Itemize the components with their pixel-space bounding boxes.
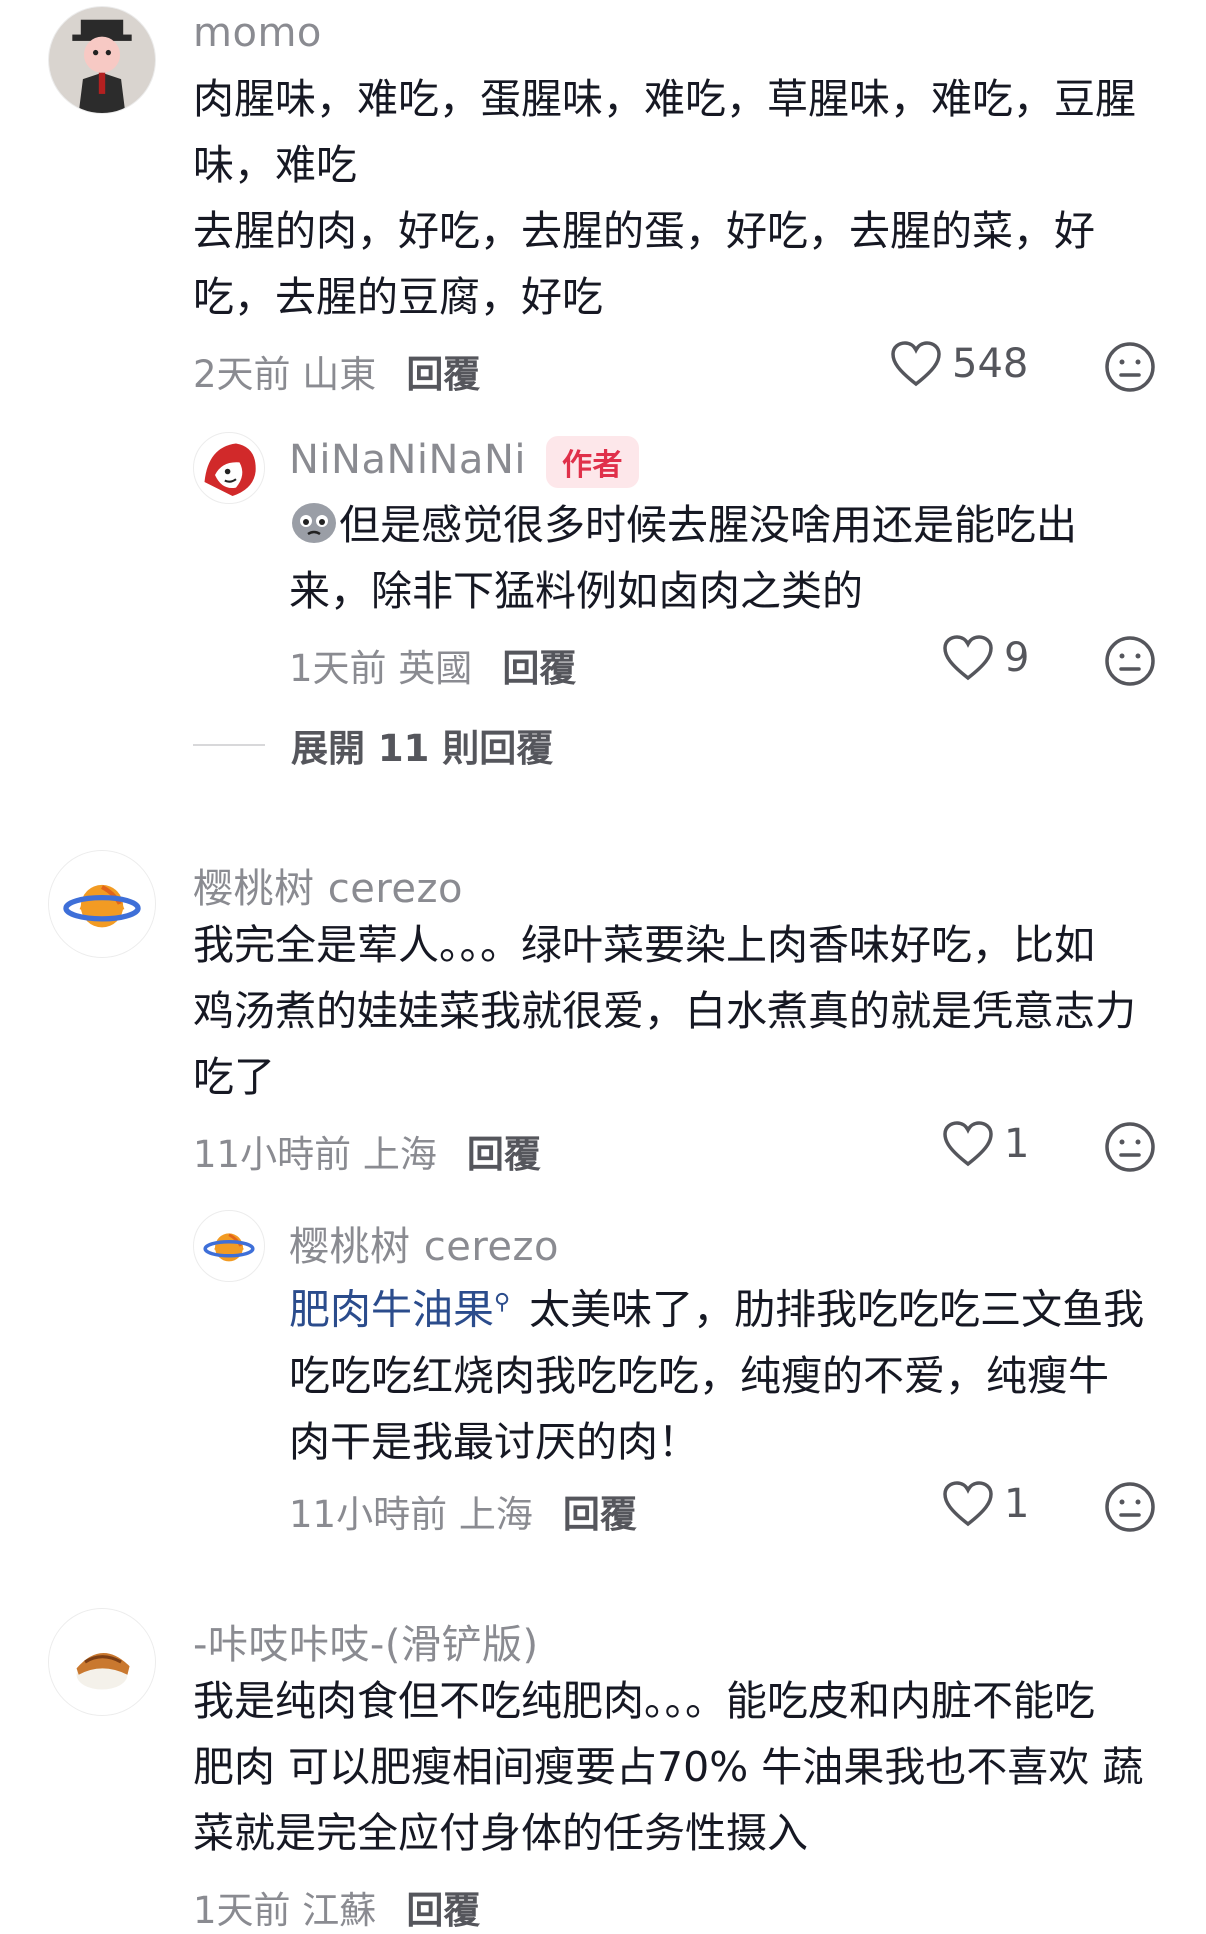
- reply-button[interactable]: 回覆: [406, 353, 480, 396]
- username: NiNaNiNaNi 作者: [289, 436, 639, 488]
- meh-face-icon[interactable]: [1103, 340, 1157, 394]
- comment-meta: 11小時前 上海 回覆: [289, 1484, 637, 1538]
- meh-face-icon[interactable]: [1103, 634, 1157, 688]
- avatar[interactable]: [48, 6, 156, 114]
- like-count: 1: [1004, 1481, 1030, 1527]
- username[interactable]: momo: [193, 10, 322, 56]
- reply-button[interactable]: 回覆: [563, 1493, 637, 1536]
- like-button[interactable]: 1: [942, 1120, 1029, 1168]
- username[interactable]: 樱桃树 cerezo: [289, 1214, 559, 1272]
- heart-outline-icon: [943, 1121, 993, 1167]
- heart-outline-icon: [943, 635, 993, 681]
- avatar[interactable]: [193, 1210, 265, 1282]
- comment-time-location: 11小時前 上海: [193, 1133, 437, 1176]
- like-button[interactable]: 548: [890, 340, 1028, 388]
- avatar[interactable]: [193, 432, 265, 504]
- expand-replies-label: 展開 11 則回覆: [291, 727, 554, 770]
- mention-link[interactable]: 肥肉牛油果: [289, 1286, 494, 1334]
- comment-text: 肥肉牛油果⚲ 太美味了，肋排我吃吃吃三文鱼我 吃吃吃红烧肉我吃吃吃，纯瘦的不爱，…: [289, 1285, 1145, 1466]
- comment-time-location: 2天前 山東: [193, 353, 377, 396]
- comment-meta: 11小時前 上海 回覆: [193, 1124, 541, 1178]
- heart-outline-icon: [891, 341, 941, 387]
- comment-time-location: 11小時前 上海: [289, 1493, 533, 1536]
- reply-button[interactable]: 回覆: [406, 1889, 480, 1932]
- meh-face-icon[interactable]: [1103, 1480, 1157, 1534]
- like-count: 9: [1004, 635, 1030, 681]
- search-icon: ⚲: [494, 1290, 511, 1315]
- comment-time-location: 1天前 英國: [289, 647, 473, 690]
- like-count: 1: [1004, 1121, 1030, 1167]
- author-badge: 作者: [545, 436, 639, 488]
- comment-text: 肉腥味，难吃，蛋腥味，难吃，草腥味，难吃，豆腥 味，难吃 去腥的肉，好吃，去腥的…: [193, 75, 1136, 321]
- comment-meta: 1天前 江蘇 回覆: [193, 1880, 480, 1934]
- reply-button[interactable]: 回覆: [467, 1133, 541, 1176]
- comment-meta: 1天前 英國 回覆: [289, 638, 576, 692]
- username[interactable]: 樱桃树 cerezo: [193, 856, 463, 914]
- username[interactable]: -咔吱咔吱-(滑铲版): [193, 1612, 539, 1670]
- comment-text: 我完全是荤人。。。绿叶菜要染上肉香味好吃，比如 鸡汤煮的娃娃菜我就很爱，白水煮真…: [193, 921, 1136, 1101]
- heart-outline-icon: [943, 1481, 993, 1527]
- like-count: 548: [952, 341, 1029, 387]
- meh-face-icon[interactable]: [1103, 1120, 1157, 1174]
- avatar[interactable]: [48, 850, 156, 958]
- like-button[interactable]: 9: [942, 634, 1029, 682]
- reply-button[interactable]: 回覆: [502, 647, 576, 690]
- expand-replies-button[interactable]: 展開 11 則回覆: [193, 718, 553, 772]
- comment-text: 我是纯肉食但不吃纯肥肉。。。能吃皮和内脏不能吃 肥肉 可以肥瘦相间瘦要占70% …: [193, 1677, 1144, 1857]
- avatar[interactable]: [48, 1608, 156, 1716]
- comment-meta: 2天前 山東 回覆: [193, 344, 480, 398]
- like-button[interactable]: 1: [942, 1480, 1029, 1528]
- divider: [193, 744, 265, 746]
- comment-time-location: 1天前 江蘇: [193, 1889, 377, 1932]
- comment-text: 但是感觉很多时候去腥没啥用还是能吃出 来，除非下猛料例如卤肉之类的: [289, 501, 1077, 615]
- crying-face-emoji: [292, 503, 336, 543]
